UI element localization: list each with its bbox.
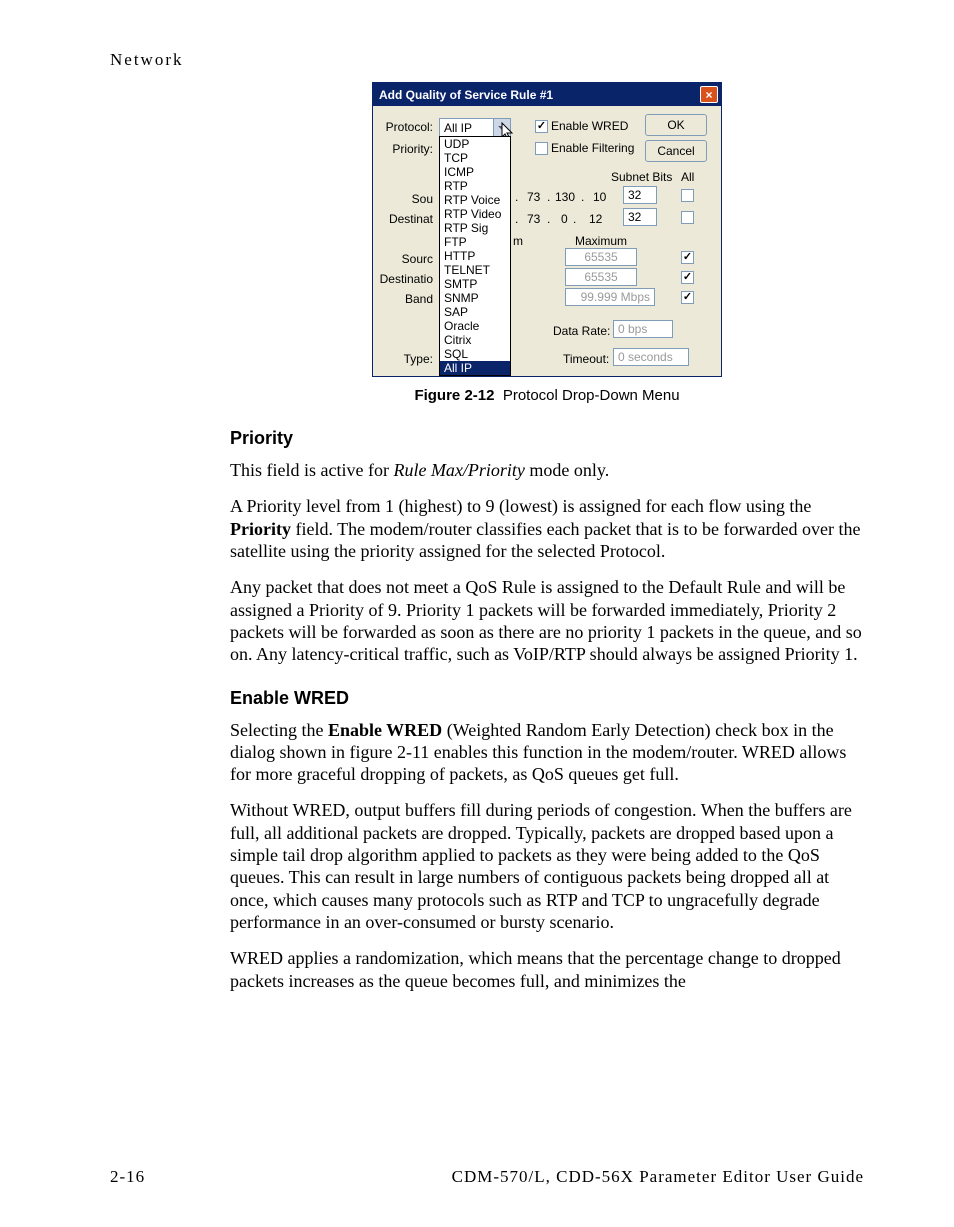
protocol-option[interactable]: HTTP xyxy=(440,249,510,263)
protocol-dropdown-list[interactable]: UDPTCPICMPRTPRTP VoiceRTP VideoRTP SigFT… xyxy=(439,136,511,376)
data-rate-value[interactable]: 0 bps xyxy=(613,320,673,338)
label-source-ip: Sou xyxy=(375,192,433,206)
heading-enable-wred: Enable WRED xyxy=(230,688,864,709)
label-type: Type: xyxy=(375,352,433,366)
protocol-option[interactable]: RTP Voice xyxy=(440,193,510,207)
maximum-header: Maximum xyxy=(575,234,627,248)
figure-label: Figure 2-12 xyxy=(414,387,494,404)
ip-dot: . xyxy=(547,212,550,226)
src-ip-c[interactable]: 130 xyxy=(555,190,575,204)
figure-2-12: Add Quality of Service Rule #1 × Protoco… xyxy=(230,82,864,404)
dst-port-all-checkbox[interactable] xyxy=(681,271,694,284)
page-number: 2-16 xyxy=(110,1167,145,1187)
protocol-selected-value: All IP xyxy=(444,121,472,135)
dst-ip-all-checkbox[interactable] xyxy=(681,211,694,224)
close-button[interactable]: × xyxy=(700,86,718,103)
wred-p1: Selecting the Enable WRED (Weighted Rand… xyxy=(230,719,864,786)
protocol-option[interactable]: RTP Sig xyxy=(440,221,510,235)
dialog-titlebar: Add Quality of Service Rule #1 × xyxy=(373,83,721,106)
protocol-option[interactable]: FTP xyxy=(440,235,510,249)
protocol-option[interactable]: Oracle xyxy=(440,319,510,333)
protocol-option[interactable]: RTP Video xyxy=(440,207,510,221)
subnet-bits-header: Subnet Bits xyxy=(611,170,672,184)
ip-dot: . xyxy=(547,190,550,204)
src-port-max[interactable]: 65535 xyxy=(565,248,637,266)
data-rate-label: Data Rate: xyxy=(553,324,610,338)
bandwidth-all-checkbox[interactable] xyxy=(681,291,694,304)
protocol-option[interactable]: SAP xyxy=(440,305,510,319)
ip-dot: . xyxy=(581,190,584,204)
label-priority: Priority: xyxy=(375,142,433,156)
priority-p1: This field is active for Rule Max/Priori… xyxy=(230,459,864,481)
protocol-option[interactable]: All IP xyxy=(440,361,510,375)
label-dest-port: Destinatio xyxy=(361,272,433,286)
wred-p3: WRED applies a randomization, which mean… xyxy=(230,947,864,992)
dst-ip-d[interactable]: 12 xyxy=(589,212,602,226)
qos-rule-dialog: Add Quality of Service Rule #1 × Protoco… xyxy=(372,82,722,377)
protocol-option[interactable]: SMTP xyxy=(440,277,510,291)
protocol-option[interactable]: UDP xyxy=(440,137,510,151)
figure-caption-text: Protocol Drop-Down Menu xyxy=(503,387,680,404)
dst-port-max[interactable]: 65535 xyxy=(565,268,637,286)
running-head: Network xyxy=(110,50,864,70)
dst-ip-c[interactable]: 0 xyxy=(561,212,568,226)
enable-wred-checkbox[interactable] xyxy=(535,120,548,133)
priority-p3: Any packet that does not meet a QoS Rule… xyxy=(230,576,864,665)
label-dest-ip: Destinat xyxy=(355,212,433,226)
dst-ip-b[interactable]: 73 xyxy=(527,212,540,226)
bandwidth-max[interactable]: 99.999 Mbps xyxy=(565,288,655,306)
protocol-option[interactable]: ICMP xyxy=(440,165,510,179)
heading-priority: Priority xyxy=(230,428,864,449)
enable-filtering-label: Enable Filtering xyxy=(551,141,634,155)
enable-filtering-checkbox[interactable] xyxy=(535,142,548,155)
wred-p2: Without WRED, output buffers fill during… xyxy=(230,799,864,933)
timeout-value[interactable]: 0 seconds xyxy=(613,348,689,366)
src-ip-b[interactable]: 73 xyxy=(527,190,540,204)
all-header: All xyxy=(681,170,694,184)
dialog-title: Add Quality of Service Rule #1 xyxy=(379,88,553,102)
protocol-option[interactable]: TCP xyxy=(440,151,510,165)
protocol-option[interactable]: SQL xyxy=(440,347,510,361)
label-protocol: Protocol: xyxy=(375,120,433,134)
src-subnet-bits[interactable]: 32 xyxy=(623,186,657,204)
footer-doc-title: CDM-570/L, CDD-56X Parameter Editor User… xyxy=(452,1167,864,1187)
ip-dot: . xyxy=(515,190,518,204)
close-icon: × xyxy=(705,88,712,102)
figure-caption: Figure 2-12 Protocol Drop-Down Menu xyxy=(230,387,864,404)
page-footer: 2-16 CDM-570/L, CDD-56X Parameter Editor… xyxy=(110,1167,864,1187)
ok-button[interactable]: OK xyxy=(645,114,707,136)
label-source-port: Sourc xyxy=(375,252,433,266)
protocol-option[interactable]: Citrix xyxy=(440,333,510,347)
src-ip-all-checkbox[interactable] xyxy=(681,189,694,202)
enable-wred-label: Enable WRED xyxy=(551,119,628,133)
src-port-all-checkbox[interactable] xyxy=(681,251,694,264)
protocol-option[interactable]: SNMP xyxy=(440,291,510,305)
protocol-option[interactable]: TELNET xyxy=(440,263,510,277)
protocol-option[interactable]: RTP xyxy=(440,179,510,193)
m-label: m xyxy=(513,234,523,248)
ip-dot: . xyxy=(515,212,518,226)
ip-dot: . xyxy=(573,212,576,226)
cancel-button[interactable]: Cancel xyxy=(645,140,707,162)
timeout-label: Timeout: xyxy=(563,352,609,366)
priority-p2: A Priority level from 1 (highest) to 9 (… xyxy=(230,495,864,562)
src-ip-d[interactable]: 10 xyxy=(593,190,606,204)
label-bandwidth: Band xyxy=(375,292,433,306)
dst-subnet-bits[interactable]: 32 xyxy=(623,208,657,226)
